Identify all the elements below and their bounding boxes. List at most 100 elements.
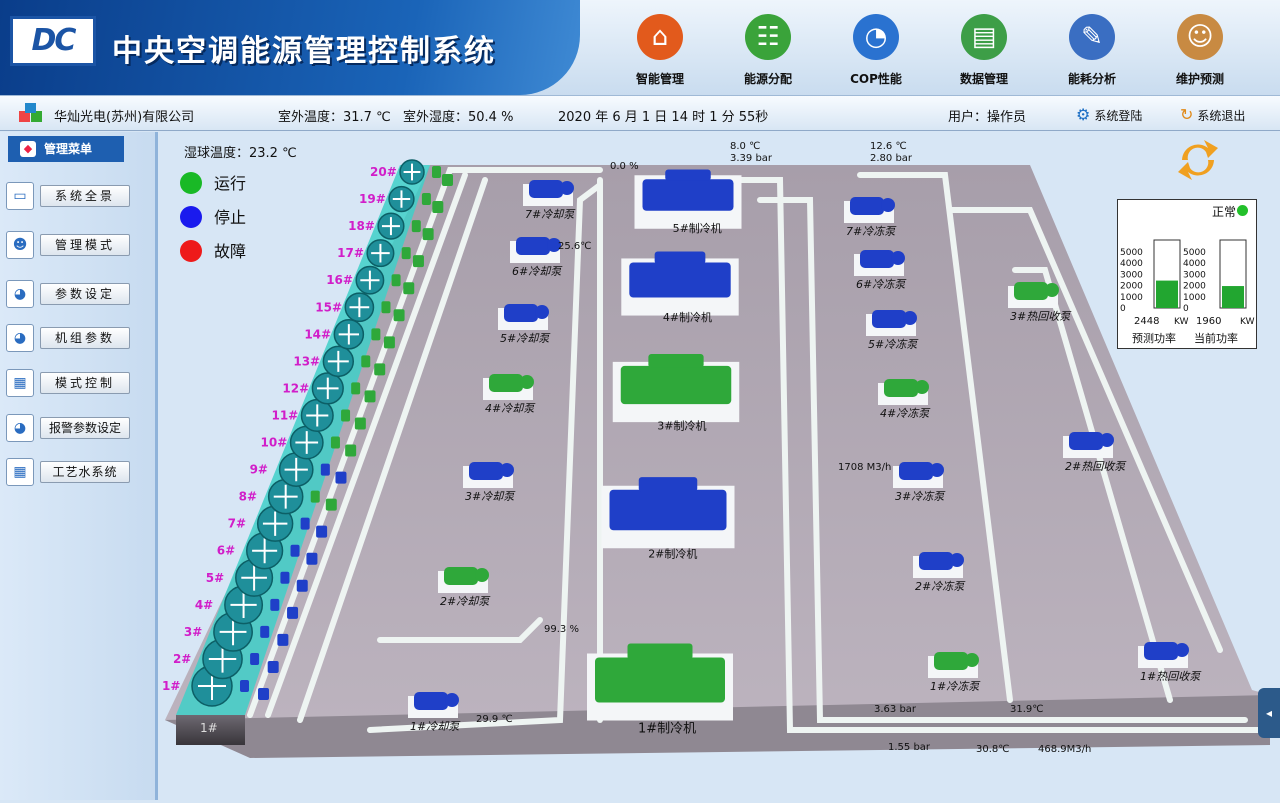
sidebar-item-process-water[interactable]: ▦ 工艺水系统 xyxy=(6,458,136,488)
tower-pump[interactable] xyxy=(442,174,453,186)
cooling-tower[interactable] xyxy=(388,185,415,213)
tower-valve[interactable] xyxy=(330,436,340,449)
cooling-pump[interactable] xyxy=(408,692,459,718)
tower-valve[interactable] xyxy=(401,247,411,260)
nav-smart-management[interactable]: ⌂ 智能管理 xyxy=(610,14,710,92)
cooling-pump[interactable] xyxy=(498,304,549,330)
pump-label: 4#冷冻泵 xyxy=(880,407,931,420)
cooling-pump[interactable] xyxy=(463,462,514,488)
pump-volute xyxy=(930,463,944,477)
nav-energy-analysis[interactable]: ✎ 能耗分析 xyxy=(1042,14,1142,92)
tower-valve[interactable] xyxy=(250,652,260,665)
cooling-tower[interactable] xyxy=(366,239,395,268)
tower-valve[interactable] xyxy=(300,517,310,530)
chilled-pump[interactable] xyxy=(866,310,917,336)
tower-pump[interactable] xyxy=(306,552,318,565)
tower-pump[interactable] xyxy=(374,363,386,376)
login-button[interactable]: ⚙ 系统登陆 xyxy=(1076,105,1142,124)
tower-pump[interactable] xyxy=(412,255,424,268)
tower-pump[interactable] xyxy=(354,417,366,430)
cooling-tower[interactable] xyxy=(344,292,375,323)
tower-pump[interactable] xyxy=(316,525,328,538)
tower-pump[interactable] xyxy=(422,228,434,241)
chiller-unit[interactable] xyxy=(634,169,742,229)
tower-valve[interactable] xyxy=(320,463,330,476)
side-panel-tab[interactable]: ◂ xyxy=(1258,688,1280,738)
sidebar-item-label[interactable]: 报警参数设定 xyxy=(40,417,130,439)
chilled-pump[interactable] xyxy=(913,552,964,578)
tower-valve[interactable] xyxy=(341,409,351,422)
tower-valve[interactable] xyxy=(260,625,270,638)
tower-pump[interactable] xyxy=(393,309,405,322)
tower-valve[interactable] xyxy=(391,274,401,287)
sidebar-item-overview[interactable]: ▭ 系统全景 xyxy=(6,182,136,212)
sidebar-item-label[interactable]: 工艺水系统 xyxy=(40,461,130,483)
tower-pump[interactable] xyxy=(335,471,347,484)
tower-valve[interactable] xyxy=(351,382,361,395)
pump-volute xyxy=(950,553,964,567)
chiller-unit[interactable] xyxy=(612,353,740,423)
tower-pump[interactable] xyxy=(267,660,279,673)
tower-valve[interactable] xyxy=(381,301,391,314)
tower-pump[interactable] xyxy=(432,201,444,214)
sidebar-item-alarm-settings[interactable]: ◕ 报警参数设定 xyxy=(6,414,136,444)
chilled-pump[interactable] xyxy=(844,197,895,223)
sidebar-item-management-mode[interactable]: ☻ 管理模式 xyxy=(6,231,136,261)
tower-pump[interactable] xyxy=(403,282,415,295)
tower-label: 13# xyxy=(293,354,320,368)
nav-maintenance-forecast[interactable]: ☺ 维护预测 xyxy=(1150,14,1250,92)
recovery-pump[interactable] xyxy=(1138,642,1189,668)
cooling-tower[interactable] xyxy=(377,212,405,240)
cooling-pump[interactable] xyxy=(510,237,561,263)
cooling-pump[interactable] xyxy=(438,567,489,593)
tower-valve[interactable] xyxy=(421,193,431,206)
logout-button[interactable]: ↻ 系统退出 xyxy=(1180,105,1245,124)
sidebar-item-label[interactable]: 管理模式 xyxy=(40,234,130,256)
nav-energy-distribution[interactable]: ☷ 能源分配 xyxy=(718,14,818,92)
nav-cop-performance[interactable]: ◔ COP性能 xyxy=(826,14,926,92)
chiller-unit[interactable] xyxy=(601,477,735,549)
tower-pump[interactable] xyxy=(258,688,269,700)
sidebar-item-label[interactable]: 模式控制 xyxy=(40,372,130,394)
tower-valve[interactable] xyxy=(240,680,249,692)
tower-pump[interactable] xyxy=(287,606,299,619)
cooling-tower[interactable] xyxy=(311,372,344,405)
tower-valve[interactable] xyxy=(432,166,441,178)
cooling-tower[interactable] xyxy=(355,265,385,295)
sidebar-item-mode-control[interactable]: ▦ 模式控制 xyxy=(6,369,136,399)
tower-valve[interactable] xyxy=(270,598,280,611)
cooling-tower[interactable] xyxy=(322,345,355,378)
cooling-tower[interactable] xyxy=(399,159,425,185)
tower-pump[interactable] xyxy=(364,390,376,403)
chiller-label: 2#制冷机 xyxy=(648,546,697,560)
chilled-pump[interactable] xyxy=(893,462,944,488)
tower-valve[interactable] xyxy=(371,328,381,341)
sidebar-item-parameter-settings[interactable]: ◕ 参数设定 xyxy=(6,280,136,310)
recovery-pump[interactable] xyxy=(1008,282,1059,308)
tower-pump[interactable] xyxy=(277,633,289,646)
tower-valve[interactable] xyxy=(361,355,371,368)
chilled-pump[interactable] xyxy=(854,250,905,276)
tower-valve[interactable] xyxy=(411,220,421,233)
sidebar-item-label[interactable]: 参数设定 xyxy=(40,283,130,305)
cooling-pump[interactable] xyxy=(483,374,534,400)
tower-pump[interactable] xyxy=(296,579,308,592)
refresh-icon[interactable] xyxy=(1178,140,1218,180)
sidebar-item-unit-parameters[interactable]: ◕ 机组参数 xyxy=(6,324,136,354)
recovery-pump[interactable] xyxy=(1063,432,1114,458)
sidebar-item-label[interactable]: 系统全景 xyxy=(40,185,130,207)
tower-valve[interactable] xyxy=(310,490,320,503)
nav-data-management[interactable]: ▤ 数据管理 xyxy=(934,14,1034,92)
chiller-unit[interactable] xyxy=(621,251,739,316)
sidebar-item-label[interactable]: 机组参数 xyxy=(40,327,130,349)
cooling-pump[interactable] xyxy=(523,180,574,206)
chilled-pump[interactable] xyxy=(878,379,929,405)
chilled-pump[interactable] xyxy=(928,652,979,678)
chiller-unit[interactable] xyxy=(587,643,733,721)
tower-valve[interactable] xyxy=(290,544,300,557)
tower-pump[interactable] xyxy=(325,498,337,511)
tower-pump[interactable] xyxy=(383,336,395,349)
cooling-tower[interactable] xyxy=(333,319,365,350)
tower-pump[interactable] xyxy=(345,444,357,457)
tower-valve[interactable] xyxy=(280,571,290,584)
